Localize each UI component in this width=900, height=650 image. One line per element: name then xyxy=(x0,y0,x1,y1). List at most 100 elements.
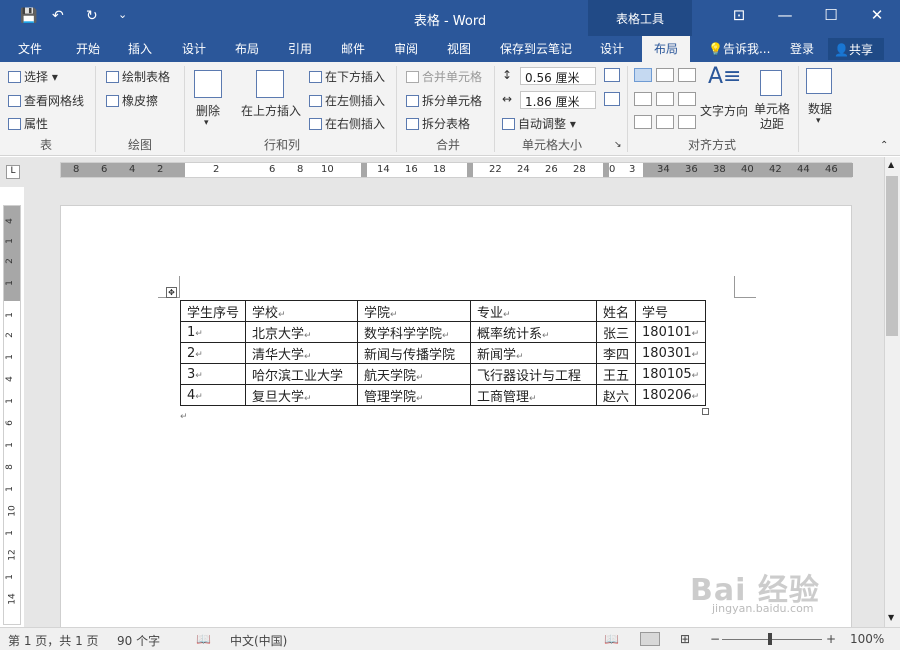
align-middle-left-icon[interactable] xyxy=(634,92,652,106)
ribbon-display-icon[interactable]: ⊡ xyxy=(716,6,762,24)
table-cell[interactable]: 新闻与传播学院 xyxy=(357,342,472,364)
table-cell[interactable]: 学号 xyxy=(635,300,707,322)
scroll-up-icon[interactable]: ▲ xyxy=(888,160,894,169)
table-cell[interactable]: 概率统计系↵ xyxy=(470,321,598,343)
data-dropdown-icon[interactable]: ▾ xyxy=(816,116,821,126)
align-top-left-icon[interactable] xyxy=(634,68,652,82)
zoom-slider[interactable] xyxy=(722,639,822,640)
tab-cloud-notes[interactable]: 保存到云笔记 xyxy=(500,40,572,57)
table-cell[interactable]: 学生序号 xyxy=(179,300,247,322)
table-cell[interactable]: 赵六 xyxy=(596,384,637,406)
tab-layout[interactable]: 布局 xyxy=(235,40,259,57)
tab-file[interactable]: 文件 xyxy=(18,40,42,57)
table-cell[interactable]: 清华大学↵ xyxy=(245,342,359,364)
tab-insert[interactable]: 插入 xyxy=(128,40,152,57)
table-cell[interactable]: 学院↵ xyxy=(357,300,472,322)
draw-table-button[interactable]: 绘制表格 xyxy=(106,68,170,85)
table-cell[interactable]: 专业↵ xyxy=(470,300,598,322)
tab-selector-icon[interactable]: L xyxy=(6,165,20,179)
align-top-center-icon[interactable] xyxy=(656,68,674,82)
ruler-column-marker[interactable] xyxy=(361,163,367,177)
scrollbar-thumb[interactable] xyxy=(886,176,898,336)
insert-right-button[interactable]: 在右侧插入 xyxy=(309,115,385,132)
table-cell[interactable]: 王五 xyxy=(596,363,637,385)
tab-home[interactable]: 开始 xyxy=(76,40,100,57)
align-bottom-center-icon[interactable] xyxy=(656,115,674,129)
close-icon[interactable]: ✕ xyxy=(854,6,900,24)
split-cells-button[interactable]: 拆分单元格 xyxy=(406,92,482,109)
login-link[interactable]: 登录 xyxy=(790,40,814,57)
tab-mailings[interactable]: 邮件 xyxy=(341,40,365,57)
vertical-ruler[interactable]: 4 1 2 1 1 2 1 4 1 6 1 8 1 10 1 12 1 14 xyxy=(3,205,21,625)
collapse-ribbon-icon[interactable]: ⌃ xyxy=(880,140,888,151)
align-middle-center-icon[interactable] xyxy=(656,92,674,106)
distribute-rows-icon[interactable] xyxy=(604,68,620,82)
cell-margins-button[interactable]: 单元格边距 xyxy=(752,102,792,132)
zoom-level[interactable]: 100% xyxy=(850,632,884,646)
zoom-in-icon[interactable]: + xyxy=(826,632,836,646)
insert-below-button[interactable]: 在下方插入 xyxy=(309,68,385,85)
table-cell[interactable]: 数学科学学院↵ xyxy=(357,321,472,343)
minimize-icon[interactable]: — xyxy=(762,6,808,24)
table-cell[interactable]: 180206↵ xyxy=(635,384,707,406)
data-table[interactable]: 学生序号 学校↵ 学院↵ 专业↵ 姓名 学号 1↵ 北京大学↵ 数学科学学院↵ … xyxy=(179,300,707,406)
zoom-slider-thumb[interactable] xyxy=(768,633,772,645)
tab-view[interactable]: 视图 xyxy=(447,40,471,57)
align-top-right-icon[interactable] xyxy=(678,68,696,82)
tab-review[interactable]: 审阅 xyxy=(394,40,418,57)
horizontal-ruler[interactable]: 8 6 4 2 2 6 8 10 14 16 18 22 24 26 28 0 … xyxy=(60,162,853,178)
insert-above-button[interactable]: 在上方插入 xyxy=(241,102,301,119)
split-table-button[interactable]: 拆分表格 xyxy=(406,115,470,132)
table-cell[interactable]: 180105↵ xyxy=(635,363,707,385)
table-cell[interactable]: 180301↵ xyxy=(635,342,707,364)
align-bottom-right-icon[interactable] xyxy=(678,115,696,129)
select-button[interactable]: 选择 ▾ xyxy=(8,68,58,85)
align-middle-right-icon[interactable] xyxy=(678,92,696,106)
table-cell[interactable]: 北京大学↵ xyxy=(245,321,359,343)
scroll-down-icon[interactable]: ▼ xyxy=(888,613,894,622)
maximize-icon[interactable]: ☐ xyxy=(808,6,854,24)
table-cell[interactable]: 新闻学↵ xyxy=(470,342,598,364)
tab-design[interactable]: 设计 xyxy=(182,40,206,57)
tab-table-design[interactable]: 设计 xyxy=(600,40,624,57)
autofit-button[interactable]: 自动调整 ▾ xyxy=(502,115,576,132)
page-count[interactable]: 第 1 页，共 1 页 xyxy=(8,632,99,649)
table-cell[interactable]: 管理学院↵ xyxy=(357,384,472,406)
table-cell[interactable]: 飞行器设计与工程 xyxy=(470,363,598,385)
table-cell[interactable]: 姓名 xyxy=(596,300,637,322)
table-cell[interactable]: 哈尔滨工业大学 xyxy=(245,363,359,385)
ruler-column-marker[interactable] xyxy=(467,163,473,177)
language-indicator[interactable]: 中文(中国) xyxy=(230,632,287,649)
table-cell[interactable]: 工商管理↵ xyxy=(470,384,598,406)
delete-button[interactable]: 删除 xyxy=(196,102,220,119)
share-button[interactable]: 👤共享 xyxy=(828,38,884,60)
table-cell[interactable]: 复旦大学↵ xyxy=(245,384,359,406)
view-gridlines-button[interactable]: 查看网格线 xyxy=(8,92,84,109)
distribute-columns-icon[interactable] xyxy=(604,92,620,106)
align-bottom-left-icon[interactable] xyxy=(634,115,652,129)
table-cell[interactable]: 学校↵ xyxy=(245,300,359,322)
data-button[interactable]: 数据 xyxy=(808,100,832,117)
print-layout-icon[interactable] xyxy=(640,632,660,646)
row-height-input[interactable]: 0.56 厘米 xyxy=(520,67,596,85)
proofing-icon[interactable]: 📖 xyxy=(196,632,211,646)
zoom-out-icon[interactable]: − xyxy=(710,632,720,646)
table-cell[interactable]: 李四 xyxy=(596,342,637,364)
web-layout-icon[interactable]: ⊞ xyxy=(680,632,690,646)
merge-cells-button[interactable]: 合并单元格 xyxy=(406,68,482,85)
table-cell[interactable]: 张三 xyxy=(596,321,637,343)
tab-table-layout[interactable]: 布局 xyxy=(642,36,691,62)
table-cell[interactable]: 1↵ xyxy=(179,321,247,343)
cell-size-dialog-launcher-icon[interactable]: ↘ xyxy=(614,140,622,150)
table-cell[interactable]: 3↵ xyxy=(179,363,247,385)
tell-me-box[interactable]: 💡告诉我... xyxy=(708,40,770,57)
delete-dropdown-icon[interactable]: ▾ xyxy=(204,118,209,128)
insert-left-button[interactable]: 在左侧插入 xyxy=(309,92,385,109)
read-mode-icon[interactable]: 📖 xyxy=(604,632,619,646)
text-direction-button[interactable]: 文字方向 xyxy=(700,102,748,119)
table-move-handle-icon[interactable]: ✥ xyxy=(166,287,177,298)
eraser-button[interactable]: 橡皮擦 xyxy=(106,92,158,109)
tab-references[interactable]: 引用 xyxy=(288,40,312,57)
table-cell[interactable]: 2↵ xyxy=(179,342,247,364)
table-resize-handle-icon[interactable] xyxy=(702,408,709,415)
